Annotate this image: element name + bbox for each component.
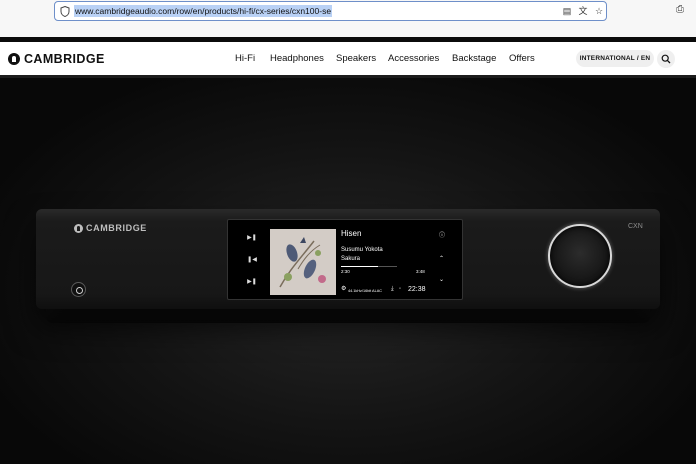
hero-banner: CAMBRIDGE CXN ▶❚ ❚◀ ▶❚ Hisen Susumu Yoko…	[0, 75, 696, 464]
settings-icon: ⚙	[341, 286, 347, 292]
power-button-icon	[71, 282, 86, 297]
search-icon	[661, 54, 671, 64]
nav-link-backstage[interactable]: Backstage	[452, 53, 496, 64]
audio-format: 44.1kHz/16bit ALAC	[348, 289, 382, 293]
shield-icon[interactable]	[60, 6, 70, 17]
next-track-icon: ▶❚	[247, 279, 257, 285]
progress-fill	[341, 266, 378, 267]
brand-logo[interactable]: CAMBRIDGE	[8, 51, 105, 66]
translate-icon[interactable]: 文	[577, 5, 589, 17]
brand-mark-icon	[8, 52, 20, 65]
product-image-cxn100: CAMBRIDGE CXN ▶❚ ❚◀ ▶❚ Hisen Susumu Yoko…	[36, 209, 660, 309]
device-brand: CAMBRIDGE	[86, 223, 147, 233]
info-icon: ⓘ	[439, 233, 446, 239]
time-total: 3:48	[416, 269, 425, 274]
bookmark-star-icon[interactable]: ☆	[593, 5, 605, 17]
track-album: Sakura	[341, 256, 361, 262]
hero-top-edge	[0, 75, 696, 78]
track-artist: Susumu Yokota	[341, 247, 383, 253]
album-art-image	[270, 229, 336, 295]
device-logo-mark-icon	[74, 223, 83, 233]
url-text[interactable]: www.cambridgeaudio.com/row/en/products/h…	[74, 5, 333, 17]
address-bar[interactable]: www.cambridgeaudio.com/row/en/products/h…	[54, 1, 607, 21]
download-icon: ⤓	[391, 286, 394, 292]
device-base	[46, 309, 650, 323]
time-elapsed: 2:30	[341, 269, 350, 274]
play-pause-icon: ▶❚	[247, 235, 257, 241]
search-button[interactable]	[657, 50, 675, 68]
nav-link-headphones[interactable]: Headphones	[270, 53, 324, 64]
nav-link-speakers[interactable]: Speakers	[336, 53, 376, 64]
reader-icon[interactable]: ▤	[561, 5, 573, 17]
nav-link-hifi[interactable]: Hi-Fi	[235, 53, 255, 64]
track-title: Hisen	[341, 229, 362, 238]
screen-clock: 22:38	[408, 286, 426, 293]
volume-knob	[548, 224, 612, 288]
wifi-icon: ◦	[399, 286, 402, 292]
brand-name: CAMBRIDGE	[24, 51, 105, 66]
device-model: CXN	[628, 223, 643, 230]
locale-button[interactable]: INTERNATIONAL / EN	[576, 50, 654, 67]
down-arrow-icon: ⌄	[439, 277, 445, 283]
print-icon[interactable]: ⎙	[674, 4, 686, 16]
nav-link-offers[interactable]: Offers	[509, 53, 535, 64]
device-screen: ▶❚ ❚◀ ▶❚ Hisen Susumu Yokota Sakura 2:30…	[227, 219, 463, 300]
site-header: CAMBRIDGE Hi-Fi Headphones Speakers Acce…	[0, 42, 696, 75]
device-logo: CAMBRIDGE	[74, 223, 147, 233]
album-art-birds	[270, 229, 336, 295]
progress-bar	[341, 266, 397, 267]
nav-link-accessories[interactable]: Accessories	[388, 53, 439, 64]
browser-chrome: www.cambridgeaudio.com/row/en/products/h…	[0, 0, 696, 38]
previous-track-icon: ❚◀	[247, 257, 257, 263]
up-arrow-icon: ⌃	[439, 256, 445, 262]
